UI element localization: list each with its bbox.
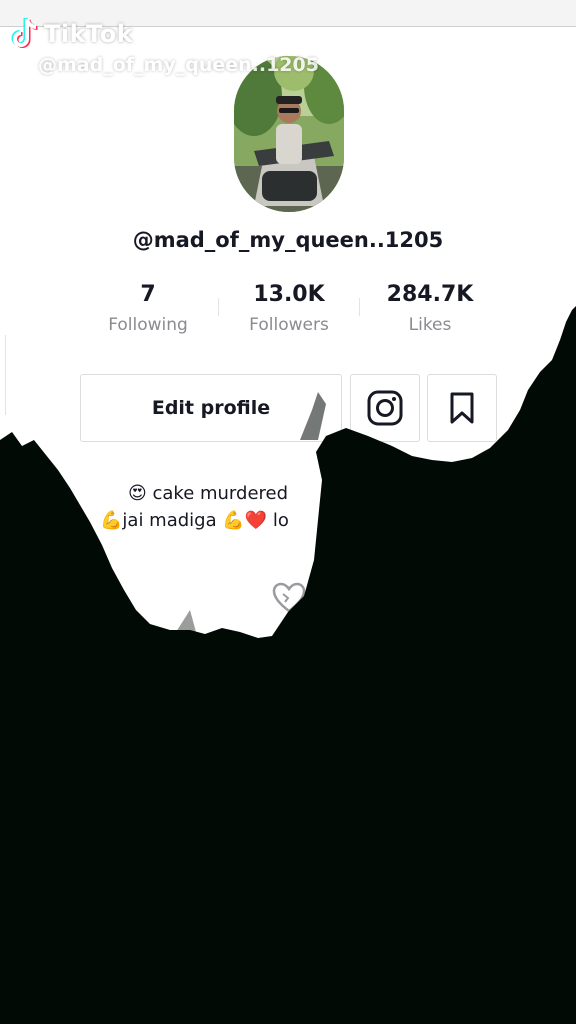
tiktok-logo-icon [11,17,38,48]
user-icon [12,56,30,75]
favorites-button[interactable] [427,374,497,442]
instagram-icon [367,390,403,426]
bookmark-icon [450,392,474,424]
avatar-photo [234,56,344,212]
profile-bio: 😍 cake murdered 💪jai madiga 💪❤️ lo [100,480,289,534]
bio-line-1: 😍 cake murdered [128,483,289,504]
instagram-button[interactable] [350,374,420,442]
stat-followers[interactable]: 13.0K Followers [219,282,359,335]
edit-profile-button[interactable]: Edit profile [80,374,342,442]
likes-count: 284.7K [386,282,474,307]
followers-count: 13.0K [253,282,325,307]
following-label: Following [108,315,188,335]
following-count: 7 [140,282,156,307]
followers-label: Followers [249,315,329,335]
stat-likes[interactable]: 284.7K Likes [360,282,500,335]
likes-label: Likes [408,315,452,335]
profile-username: @mad_of_my_queen..1205 [132,228,444,252]
watermark-handle: @mad_of_my_queen..1205 [38,54,319,76]
tiktok-watermark: TikTok @mad_of_my_queen..1205 [10,16,319,76]
heart-icon[interactable] [272,582,306,614]
avatar[interactable] [234,56,344,212]
watermark-brand: TikTok [44,20,134,48]
side-divider [0,335,6,415]
bio-line-2: 💪jai madiga 💪❤️ lo [100,510,289,531]
stat-following[interactable]: 7 Following [78,282,218,335]
